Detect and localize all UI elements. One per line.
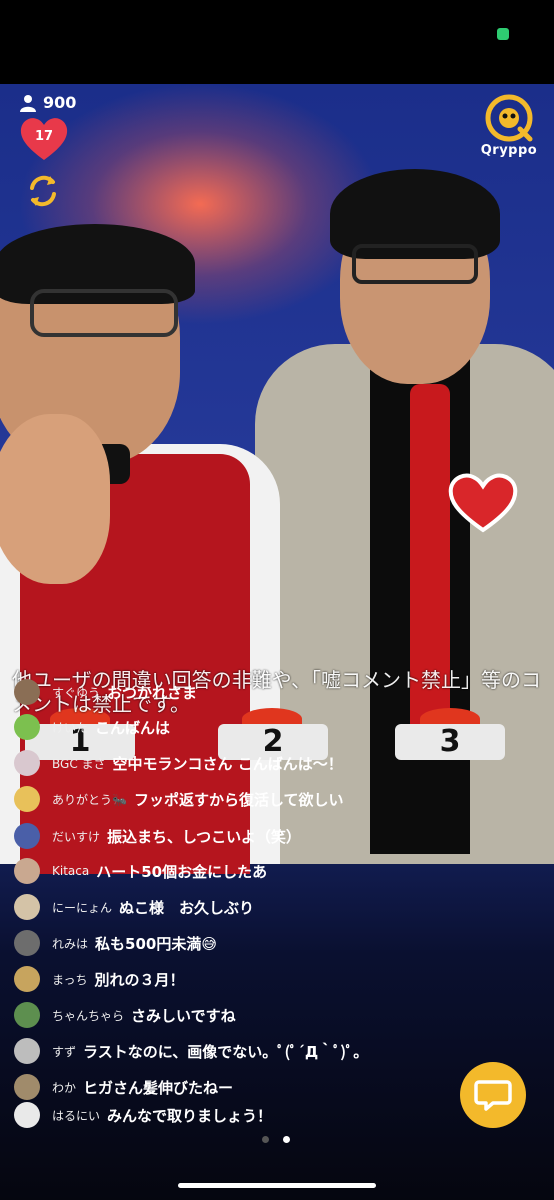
logo-text: Qryppo <box>480 143 538 158</box>
comment-username: だいすけ <box>52 829 101 844</box>
comment-text: 私も500円未満😅 <box>95 934 217 953</box>
viewer-count-value: 900 <box>43 93 77 112</box>
comment-button[interactable] <box>460 1062 526 1128</box>
comment-username: すず <box>52 1044 77 1059</box>
comment-username: はるにい <box>52 1108 101 1123</box>
comment-row: まっち 別れの３月！ <box>14 966 185 992</box>
avatar[interactable] <box>14 786 40 812</box>
comment-username: れみは <box>52 936 89 951</box>
heart-sticker-icon <box>448 473 518 533</box>
comment-text: ハート50個お金にしたあ <box>96 862 268 881</box>
comment-row: Kitaca ハート50個お金にしたあ <box>14 858 267 884</box>
comment-text: さみしいですね <box>131 1006 236 1025</box>
chat-bubble-icon <box>474 1080 512 1111</box>
comment-text: みんなで取りましょう！ <box>107 1106 273 1125</box>
comment-username: ちゃんちゃら <box>52 1008 125 1023</box>
refresh-icon[interactable] <box>24 172 62 210</box>
comment-row: れみは 私も500円未満😅 <box>14 930 217 956</box>
comment-row: にーにょん ぬこ様 お久しぶり <box>14 894 254 920</box>
page-indicator <box>262 1136 290 1143</box>
answer-number-3: 3 <box>395 724 505 760</box>
like-count: 17 <box>34 129 54 144</box>
comment-username: すぐゆう <box>52 685 101 700</box>
avatar[interactable] <box>14 823 40 849</box>
comment-text: 別れの３月！ <box>94 970 185 989</box>
person-icon <box>20 94 36 112</box>
comment-text: ヒガさん髪伸びたねー <box>83 1078 234 1097</box>
comment-row: すず ラストなのに、画像でない。ﾟ(ﾟ´Д｀ﾟ)ﾟ。 <box>14 1038 368 1064</box>
avatar[interactable] <box>14 1002 40 1028</box>
host-right-glasses <box>352 244 478 284</box>
comment-row: ちゃんちゃら さみしいですね <box>14 1002 236 1028</box>
comment-username: わか <box>52 1080 77 1095</box>
avatar[interactable] <box>14 894 40 920</box>
comment-text: フッポ返すから復活して欲しい <box>133 790 344 809</box>
comment-text: 振込まち、しつこいよ（笑） <box>107 827 301 846</box>
comment-row: わか ヒガさん髪伸びたねー <box>14 1074 233 1100</box>
comment-text: ラストなのに、画像でない。ﾟ(ﾟ´Д｀ﾟ)ﾟ。 <box>83 1042 369 1061</box>
comment-row: BGC まさ 空中モランコさん こんばんは〜！ <box>14 750 343 776</box>
comment-text: ぬこ様 お久しぶり <box>119 898 255 917</box>
comment-row: すぐゆう おつかれさま <box>14 679 197 705</box>
avatar[interactable] <box>14 679 40 705</box>
home-indicator[interactable] <box>178 1183 376 1188</box>
avatar[interactable] <box>14 858 40 884</box>
comment-username: Kitaca <box>52 864 90 878</box>
comment-username: にーにょん <box>52 900 113 915</box>
page-dot-2[interactable] <box>283 1136 290 1143</box>
avatar[interactable] <box>14 750 40 776</box>
page-dot-1[interactable] <box>262 1136 269 1143</box>
avatar[interactable] <box>14 966 40 992</box>
comment-row: けいた こんばんは <box>14 714 170 740</box>
comment-username: BGC まさ <box>52 756 106 771</box>
avatar[interactable] <box>14 930 40 956</box>
comment-username: ありがとう🐜 <box>52 792 127 807</box>
status-bar <box>0 0 554 84</box>
comment-text: おつかれさま <box>107 683 198 702</box>
comment-username: けいた <box>52 720 89 735</box>
comment-text: 空中モランコさん こんばんは〜！ <box>112 754 343 773</box>
avatar[interactable] <box>14 1102 40 1128</box>
comment-username: まっち <box>52 972 88 987</box>
viewer-count: 900 <box>19 93 76 112</box>
avatar[interactable] <box>14 1074 40 1100</box>
status-indicator-icon <box>497 28 509 40</box>
comment-row: はるにい みんなで取りましょう！ <box>14 1102 272 1128</box>
comment-text: こんばんは <box>95 718 171 737</box>
qryppo-logo-icon <box>485 94 533 142</box>
avatar[interactable] <box>14 1038 40 1064</box>
host-left-hand <box>0 414 110 584</box>
comment-row: ありがとう🐜 フッポ返すから復活して欲しい <box>14 786 344 812</box>
comment-row: だいすけ 振込まち、しつこいよ（笑） <box>14 823 301 849</box>
avatar[interactable] <box>14 714 40 740</box>
live-video[interactable]: 1 2 3 <box>0 84 554 1200</box>
host-left-glasses <box>30 289 178 337</box>
